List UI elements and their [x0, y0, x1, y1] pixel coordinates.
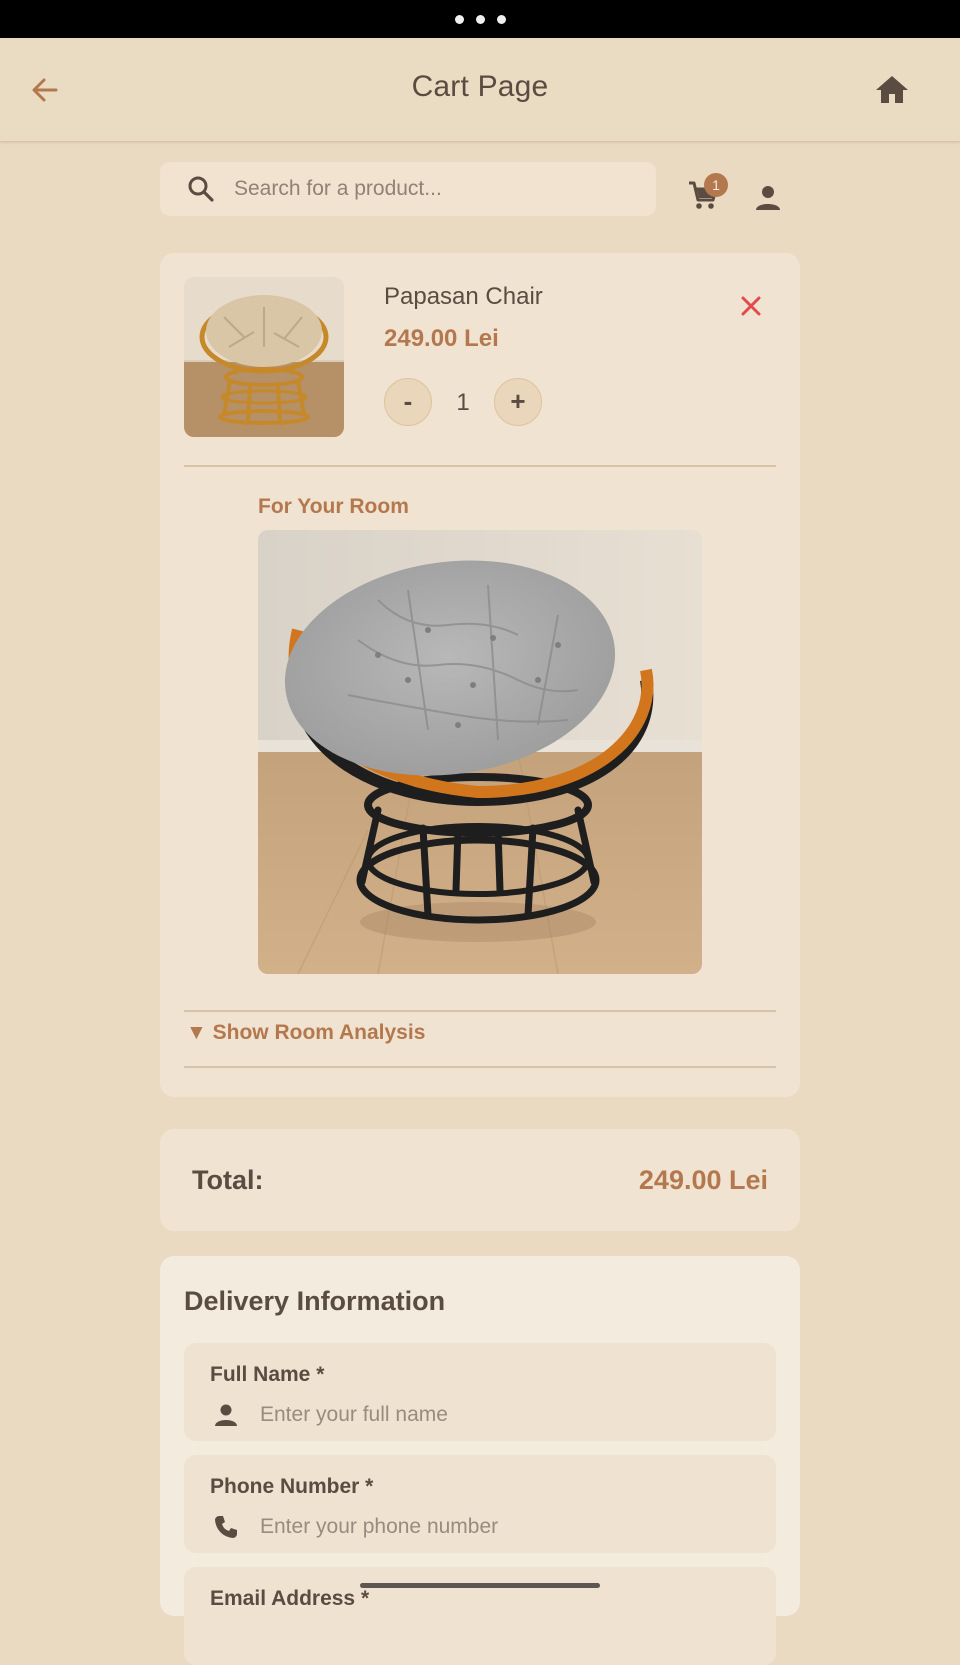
- product-thumbnail[interactable]: [184, 277, 344, 437]
- papasan-chair-room-image: [258, 530, 702, 974]
- phone-number-input[interactable]: [260, 1511, 740, 1543]
- search-input[interactable]: [234, 169, 634, 209]
- show-room-analysis-toggle[interactable]: ▼ Show Room Analysis: [186, 1021, 425, 1045]
- total-value: 249.00 Lei: [638, 1165, 768, 1195]
- total-card: Total: 249.00 Lei: [160, 1129, 800, 1231]
- increase-quantity-button[interactable]: +: [494, 378, 542, 426]
- status-bar: [0, 0, 960, 38]
- full-name-input[interactable]: [260, 1399, 740, 1431]
- person-icon: [215, 1404, 237, 1426]
- app-bar: Cart Page: [0, 38, 960, 142]
- search-bar[interactable]: [160, 162, 656, 216]
- full-name-field[interactable]: Full Name *: [184, 1343, 776, 1441]
- room-preview-image: [258, 530, 702, 974]
- quantity-value: 1: [456, 389, 470, 416]
- papasan-chair-thumbnail-image: [184, 277, 344, 437]
- home-icon: [876, 76, 908, 103]
- cart-count-badge: 1: [704, 173, 728, 197]
- status-dot: [475, 14, 485, 24]
- total-label: Total:: [192, 1165, 264, 1195]
- room-preview-label: For Your Room: [258, 495, 409, 518]
- divider: [184, 1010, 776, 1012]
- full-name-label: Full Name *: [210, 1363, 325, 1386]
- status-dot: [454, 14, 464, 24]
- delivery-information-card: Delivery Information Full Name * Phone N…: [160, 1256, 800, 1665]
- profile-button[interactable]: [752, 182, 784, 214]
- remove-item-button[interactable]: [738, 293, 764, 319]
- divider: [184, 465, 776, 467]
- email-address-label: Email Address *: [210, 1587, 370, 1610]
- cart-item-card: Papasan Chair 249.00 Lei - 1 + For Your …: [160, 253, 800, 1097]
- person-icon: [756, 186, 780, 210]
- home-indicator: [360, 1583, 600, 1588]
- page-title: Cart Page: [411, 70, 549, 103]
- search-icon: [188, 176, 214, 202]
- phone-number-field[interactable]: Phone Number *: [184, 1455, 776, 1553]
- product-name: Papasan Chair: [384, 283, 543, 310]
- phone-number-label: Phone Number *: [210, 1475, 374, 1498]
- home-button[interactable]: [872, 70, 912, 108]
- divider: [184, 1066, 776, 1068]
- phone-icon: [215, 1516, 237, 1538]
- product-price: 249.00 Lei: [384, 325, 499, 352]
- decrease-quantity-button[interactable]: -: [384, 378, 432, 426]
- email-address-field[interactable]: Email Address *: [184, 1567, 776, 1665]
- close-icon: [741, 296, 761, 316]
- delivery-title: Delivery Information: [184, 1286, 446, 1316]
- status-dot: [496, 14, 506, 24]
